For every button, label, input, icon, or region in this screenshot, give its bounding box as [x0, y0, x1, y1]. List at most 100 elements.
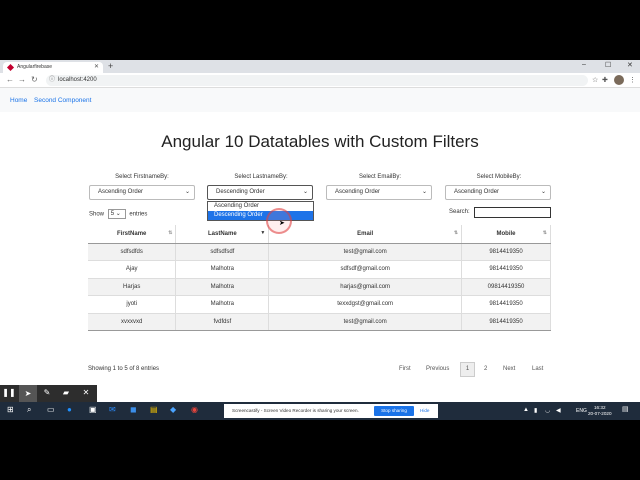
windows-taskbar: ⊞ ⌕ ▭ ● ▣ ✉ ◼ ▤ ◆ ◉ Screencastify - Scre… [0, 402, 640, 420]
tray-up-icon[interactable]: ▲ [523, 407, 529, 413]
outlook-icon[interactable]: ◼ [130, 405, 137, 414]
cell-email: harjas@gmail.com [268, 277, 463, 296]
table-row: Harjas Malhotra harjas@gmail.com 0981441… [88, 277, 551, 296]
chrome-icon[interactable]: ◉ [191, 405, 198, 414]
clock-date: 20-07-2020 [588, 411, 612, 416]
forward-icon[interactable]: → [18, 75, 26, 84]
cell-lastname: Malhotra [175, 260, 270, 278]
menu-icon[interactable]: ⋮ [629, 76, 636, 84]
extensions-icon[interactable]: ✚ [602, 76, 608, 84]
table-row: xvxxvxd fvdfdsf test@gmail.com 981441935… [88, 312, 551, 331]
battery-icon[interactable]: ▮ [534, 407, 537, 414]
pager-last-button[interactable]: Last [532, 366, 543, 372]
mobile-filter-select[interactable]: Ascending Order ⌄ [445, 185, 551, 200]
nav-second-component-link[interactable]: Second Component [34, 97, 91, 104]
stop-sharing-button[interactable]: Stop sharing [374, 406, 414, 416]
page-content: Home Second Component Angular 10 Datatab… [0, 88, 640, 390]
maximize-button[interactable]: ☐ [605, 61, 611, 69]
column-header-firstname[interactable]: FirstName ⇅ [88, 225, 177, 244]
store-icon[interactable]: ▣ [89, 405, 97, 414]
column-header-email[interactable]: Email ⇅ [268, 225, 463, 244]
dropdown-option-ascending[interactable]: Ascending Order [208, 202, 313, 211]
filter-label-lastname: Select LastnameBy: [234, 174, 288, 180]
cell-mobile: 9814419350 [461, 295, 551, 313]
url-field[interactable]: ⓘ localhost:4200 [46, 75, 588, 86]
search-icon[interactable]: ⌕ [27, 405, 31, 415]
pager-previous-button[interactable]: Previous [426, 366, 449, 372]
column-header-mobile[interactable]: Mobile ⇅ [461, 225, 551, 244]
sort-desc-icon: ▼ [260, 230, 266, 236]
volume-icon[interactable]: ◀ [556, 407, 561, 414]
pen-tool-icon[interactable]: ✎ [38, 388, 56, 397]
select-value: Ascending Order [454, 189, 500, 195]
pager-first-button[interactable]: First [399, 366, 411, 372]
entries-label: entries [129, 211, 148, 218]
language-indicator[interactable]: ENG [576, 408, 587, 414]
cell-firstname: jyoti [88, 295, 177, 313]
cell-firstname: Harjas [88, 277, 177, 296]
table-row: sdfsdfds sdfsdfsdf test@gmail.com 981441… [88, 242, 551, 261]
bookmark-icon[interactable]: ☆ [592, 76, 598, 84]
page-length-select[interactable]: 5 ⌄ [107, 209, 126, 219]
screen: Angularfirebase ✕ + – ☐ ✕ ← → ↻ ⓘ localh… [0, 60, 640, 420]
close-window-button[interactable]: ✕ [627, 61, 633, 69]
select-value: Ascending Order [335, 189, 381, 195]
minimize-button[interactable]: – [582, 61, 586, 68]
nav-home-link[interactable]: Home [10, 97, 27, 104]
sort-icon: ⇅ [168, 230, 173, 236]
tab-close-icon[interactable]: ✕ [94, 62, 99, 73]
search-input[interactable] [474, 207, 551, 218]
new-tab-button[interactable]: + [108, 61, 113, 71]
dropdown-option-descending[interactable]: Descending Order [208, 211, 313, 220]
select-value: Descending Order [216, 189, 265, 195]
reload-icon[interactable]: ↻ [31, 75, 38, 84]
search-label: Search: [449, 209, 470, 215]
info-icon: ⓘ [49, 77, 56, 83]
notifications-icon[interactable]: ▤ [622, 405, 629, 413]
highlighter-tool-icon[interactable]: ▰ [57, 388, 75, 397]
app-navbar: Home Second Component [0, 88, 640, 112]
screen-sharing-notice: Screencastify - Screen Video Recorder is… [224, 404, 438, 418]
cell-mobile: 09814419350 [461, 277, 551, 296]
sort-icon: ⇅ [542, 230, 547, 236]
browser-tab[interactable]: Angularfirebase ✕ [3, 62, 103, 73]
windows-start-icon[interactable]: ⊞ [7, 405, 14, 414]
cursor-tool-icon[interactable]: ➤ [19, 385, 37, 402]
profile-avatar[interactable] [614, 75, 624, 85]
filter-label-mobile: Select MobileBy: [476, 174, 522, 180]
lastname-filter-select[interactable]: Descending Order ⌄ [207, 185, 313, 200]
network-icon[interactable]: ◡ [545, 407, 550, 414]
clock[interactable]: 16:32 20-07-2020 [588, 405, 612, 417]
pager-page-1-button[interactable]: 1 [460, 362, 475, 377]
recorder-toolbar: ❚❚ ➤ ✎ ▰ ✕ [0, 385, 97, 402]
edge-icon[interactable]: ● [67, 405, 72, 414]
cell-mobile: 9814419350 [461, 242, 551, 261]
cell-email: test@gmail.com [268, 312, 463, 331]
close-toolbar-icon[interactable]: ✕ [77, 388, 95, 397]
search-control: Search: [449, 207, 551, 218]
length-control: Show 5 ⌄ entries [89, 209, 147, 219]
pause-icon[interactable]: ❚❚ [0, 388, 18, 397]
angular-icon [6, 63, 15, 72]
email-filter-select[interactable]: Ascending Order ⌄ [326, 185, 432, 200]
cell-lastname: sdfsdfsdf [175, 242, 270, 261]
file-explorer-icon[interactable]: ▤ [150, 405, 158, 414]
pager-next-button[interactable]: Next [503, 366, 515, 372]
pager-page-2-button[interactable]: 2 [484, 366, 487, 372]
cell-email: test@gmail.com [268, 242, 463, 261]
page-length-value: 5 [110, 211, 115, 217]
cell-lastname: fvdfdsf [175, 312, 270, 331]
task-view-icon[interactable]: ▭ [47, 405, 55, 414]
hide-notice-link[interactable]: Hide [420, 404, 429, 418]
cell-firstname: Ajay [88, 260, 177, 278]
back-icon[interactable]: ← [6, 75, 14, 84]
data-table: FirstName ⇅ LastName ▼ Email ⇅ Mobile ⇅ sdfs… [88, 225, 551, 331]
cell-mobile: 9814419350 [461, 260, 551, 278]
mail-icon[interactable]: ✉ [109, 405, 116, 414]
cell-mobile: 9814419350 [461, 312, 551, 331]
vscode-icon[interactable]: ◆ [170, 405, 176, 414]
tab-strip: Angularfirebase ✕ + – ☐ ✕ [0, 60, 640, 73]
column-header-lastname[interactable]: LastName ▼ [175, 225, 270, 244]
firstname-filter-select[interactable]: Ascending Order ⌄ [89, 185, 195, 200]
page-title: Angular 10 Datatables with Custom Filter… [161, 132, 479, 151]
